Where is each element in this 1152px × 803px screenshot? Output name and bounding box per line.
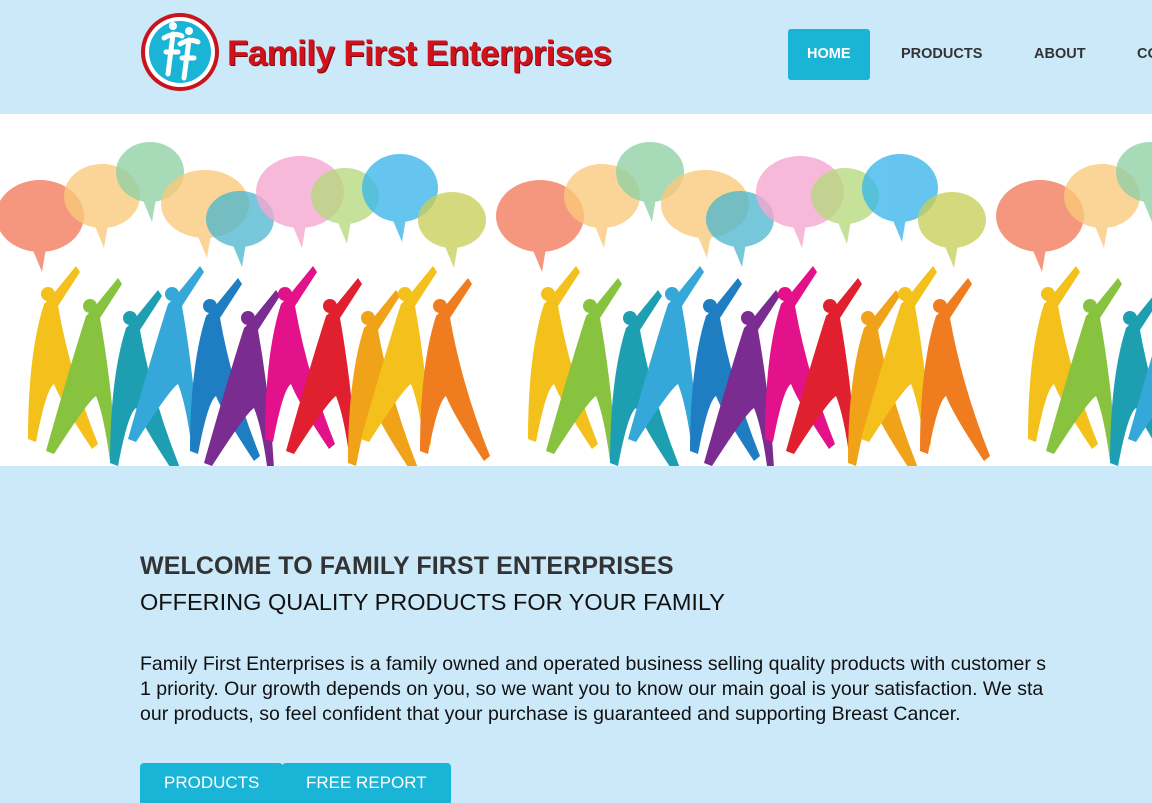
person-figure — [420, 278, 490, 461]
speech-bubble — [418, 192, 486, 268]
family-first-logo-icon[interactable] — [140, 12, 220, 92]
speech-bubble — [918, 192, 986, 268]
products-button[interactable]: PRODUCTS — [140, 763, 284, 803]
paragraph-line: our products, so feel confident that you… — [140, 703, 961, 725]
free-report-button[interactable]: FREE REPORT — [282, 763, 451, 803]
site-header: Family First Enterprises HOME PRODUCTS A… — [0, 0, 1152, 114]
people-speech-bubbles-illustration — [0, 142, 1152, 466]
nav-home[interactable]: HOME — [788, 29, 870, 80]
brand-name[interactable]: Family First Enterprises — [227, 34, 612, 74]
nav-contact[interactable]: CO — [1118, 29, 1152, 80]
nav-about[interactable]: ABOUT — [1015, 29, 1105, 80]
paragraph-line: Family First Enterprises is a family own… — [140, 653, 1047, 675]
person-figure — [920, 278, 990, 461]
nav-products[interactable]: PRODUCTS — [882, 29, 1001, 80]
hero-banner — [0, 114, 1152, 466]
paragraph-line: 1 priority. Our growth depends on you, s… — [140, 678, 1044, 700]
welcome-heading: WELCOME TO FAMILY FIRST ENTERPRISES — [140, 552, 674, 580]
intro-paragraph: Family First Enterprises is a family own… — [140, 652, 1152, 727]
welcome-subtitle: OFFERING QUALITY PRODUCTS FOR YOUR FAMIL… — [140, 589, 725, 615]
